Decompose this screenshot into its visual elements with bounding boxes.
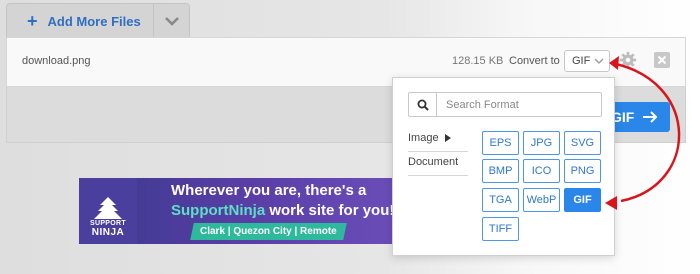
banner-logo: SUPPORT NINJA (79, 178, 137, 244)
close-icon (657, 55, 667, 65)
add-more-files-button[interactable]: + Add More Files (7, 4, 154, 38)
add-more-files-label: Add More Files (47, 13, 141, 29)
format-search (408, 92, 602, 117)
search-format-input[interactable] (437, 93, 601, 116)
arrow-right-icon (643, 111, 658, 123)
chevron-down-icon (594, 58, 604, 64)
format-option-eps[interactable]: EPS (482, 131, 519, 155)
format-option-tga[interactable]: TGA (482, 188, 519, 212)
banner-headline: Wherever you are, there's a (171, 182, 367, 199)
toolbar: + Add More Files (6, 3, 190, 39)
category-image[interactable]: Image (408, 132, 468, 152)
format-option-jpg[interactable]: JPG (523, 131, 560, 155)
category-document[interactable]: Document (408, 156, 468, 176)
ninja-logo-icon (94, 197, 122, 219)
format-option-png[interactable]: PNG (564, 159, 601, 183)
caret-right-icon (445, 134, 451, 142)
banner-brand: SupportNinja (171, 202, 266, 219)
format-popup: Image Document EPS JPG SVG BMP ICO PNG T… (392, 77, 615, 256)
category-label: Image (408, 132, 439, 144)
banner-subheadline-text: work site for you! (265, 202, 392, 219)
search-icon-container[interactable] (409, 93, 437, 116)
category-label: Document (408, 156, 459, 168)
format-select[interactable]: GIF (564, 50, 610, 72)
file-name: download.png (22, 55, 91, 67)
gear-icon[interactable] (619, 50, 637, 70)
chevron-down-icon (164, 17, 179, 26)
format-option-webp[interactable]: WebP (523, 188, 560, 212)
remove-file-button[interactable] (654, 52, 670, 68)
banner-tagline: Clark | Quezon City | Remote (190, 223, 347, 240)
format-option-tiff[interactable]: TIFF (482, 217, 519, 241)
add-source-dropdown-toggle[interactable] (154, 4, 189, 38)
ad-banner[interactable]: SUPPORT NINJA Wherever you are, there's … (79, 178, 392, 244)
banner-logo-text: SUPPORT (90, 220, 126, 227)
format-option-gif[interactable]: GIF (564, 188, 601, 212)
format-option-ico[interactable]: ICO (523, 159, 560, 183)
format-option-svg[interactable]: SVG (564, 131, 601, 155)
banner-logo-text: NINJA (91, 227, 125, 238)
format-option-bmp[interactable]: BMP (482, 159, 519, 183)
banner-subheadline: SupportNinja work site for you! (171, 202, 392, 219)
file-size: 128.15 KB (452, 55, 504, 67)
search-icon (417, 99, 429, 111)
convert-to-label: Convert to (509, 55, 560, 67)
format-select-value: GIF (572, 55, 591, 67)
plus-icon: + (27, 11, 38, 31)
banner-tagline-text: Clark | Quezon City | Remote (200, 226, 337, 237)
